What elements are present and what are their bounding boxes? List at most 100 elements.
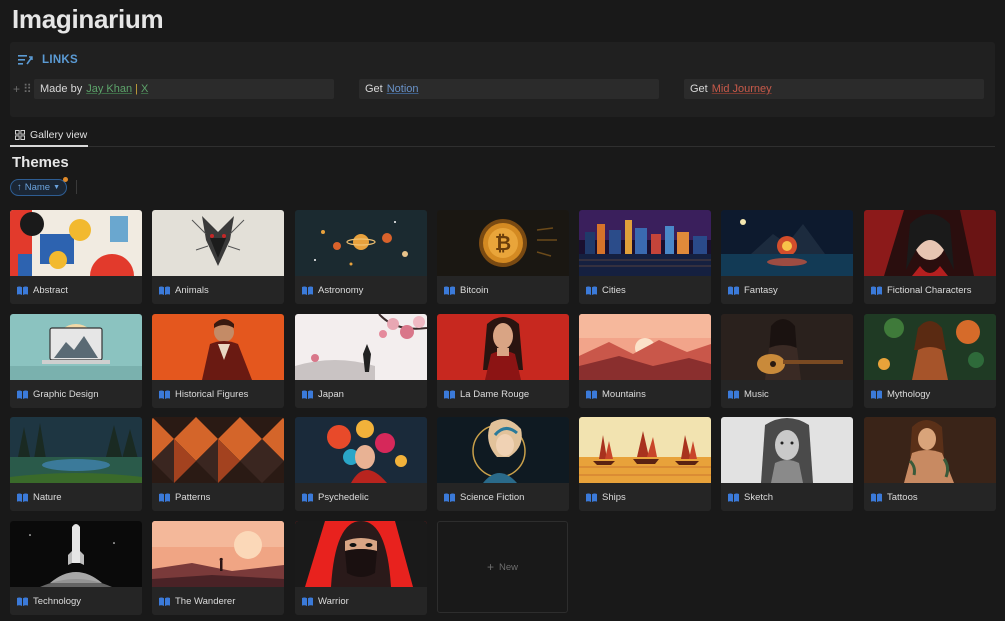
card-cover-image <box>152 314 284 380</box>
active-tab-indicator <box>10 145 88 147</box>
card-animals[interactable]: Animals <box>152 210 284 304</box>
card-music[interactable]: Music <box>721 314 853 408</box>
card-cover-image <box>864 210 996 276</box>
card-cover-image <box>864 314 996 380</box>
card-cover-image <box>721 417 853 483</box>
filter-divider <box>76 180 77 194</box>
book-icon <box>586 493 597 502</box>
tab-gallery-view[interactable]: Gallery view <box>10 124 92 146</box>
plus-icon: + <box>486 560 494 574</box>
card-patterns[interactable]: Patterns <box>152 417 284 511</box>
card-the-wanderer[interactable]: The Wanderer <box>152 521 284 615</box>
card-science-fiction[interactable]: Science Fiction <box>437 417 569 511</box>
made-by-cell: Made by Jay Khan | X <box>34 79 334 99</box>
midjourney-link[interactable]: Mid Journey <box>712 83 772 95</box>
book-icon <box>159 597 170 606</box>
book-icon <box>586 286 597 295</box>
book-icon <box>728 286 739 295</box>
link-list-icon <box>18 55 33 65</box>
gallery-grid-icon <box>15 130 25 140</box>
chevron-down-icon: ▼ <box>53 184 61 191</box>
card-cities[interactable]: Cities <box>579 210 711 304</box>
card-cover-image <box>579 417 711 483</box>
book-icon <box>728 390 739 399</box>
page-title: Imaginarium <box>12 4 164 34</box>
card-cover-image <box>10 417 142 483</box>
card-cover-image <box>10 210 142 276</box>
x-link[interactable]: X <box>141 83 148 95</box>
card-abstract[interactable]: Abstract <box>10 210 142 304</box>
svg-text:₿: ₿ <box>495 233 511 255</box>
book-icon <box>159 286 170 295</box>
book-icon <box>159 493 170 502</box>
card-cover-image <box>152 210 284 276</box>
card-warrior[interactable]: Warrior <box>295 521 427 615</box>
card-cover-image <box>295 210 427 276</box>
card-mythology[interactable]: Mythology <box>864 314 996 408</box>
card-cover-image <box>152 417 284 483</box>
book-icon <box>728 493 739 502</box>
card-historical-figures[interactable]: Historical Figures <box>152 314 284 408</box>
card-tattoos[interactable]: Tattoos <box>864 417 996 511</box>
card-cover-image <box>295 521 427 587</box>
book-icon <box>302 597 313 606</box>
card-fictional-characters[interactable]: Fictional Characters <box>864 210 996 304</box>
card-cover-image <box>864 417 996 483</box>
card-mountains[interactable]: Mountains <box>579 314 711 408</box>
new-card-button[interactable]: + New <box>437 521 568 613</box>
book-icon <box>871 493 882 502</box>
get-midjourney-cell: Get Mid Journey <box>684 79 984 99</box>
card-cover-image <box>721 314 853 380</box>
card-ships[interactable]: Ships <box>579 417 711 511</box>
book-icon <box>17 286 28 295</box>
book-icon <box>444 493 455 502</box>
sort-name-button[interactable]: ↑ Name ▼ <box>10 179 68 196</box>
book-icon <box>871 390 882 399</box>
links-callout: LINKS + ⠿ Made by Jay Khan | X Get Notio… <box>10 42 995 117</box>
book-icon <box>586 390 597 399</box>
card-technology[interactable]: Technology <box>10 521 142 615</box>
book-icon <box>302 390 313 399</box>
card-sketch[interactable]: Sketch <box>721 417 853 511</box>
links-heading: LINKS <box>18 54 78 66</box>
book-icon <box>871 286 882 295</box>
card-cover-image <box>721 210 853 276</box>
card-graphic-design[interactable]: Graphic Design <box>10 314 142 408</box>
card-la-dame-rouge[interactable]: La Dame Rouge <box>437 314 569 408</box>
card-cover-image <box>10 521 142 587</box>
card-cover-image <box>295 417 427 483</box>
card-japan[interactable]: Japan <box>295 314 427 408</box>
arrow-up-icon: ↑ <box>17 182 22 193</box>
add-icon[interactable]: + <box>13 82 20 96</box>
sort-active-dot <box>63 177 68 182</box>
card-cover-image <box>295 314 427 380</box>
view-divider <box>10 146 995 147</box>
book-icon <box>159 390 170 399</box>
notion-link[interactable]: Notion <box>387 83 419 95</box>
book-icon <box>302 286 313 295</box>
card-nature[interactable]: Nature <box>10 417 142 511</box>
card-cover-image <box>579 210 711 276</box>
card-psychedelic[interactable]: Psychedelic <box>295 417 427 511</box>
jay-khan-link[interactable]: Jay Khan <box>86 83 132 95</box>
row-handle[interactable]: + ⠿ <box>13 82 32 96</box>
card-cover-image <box>152 521 284 587</box>
card-cover-image <box>579 314 711 380</box>
section-title: Themes <box>12 154 69 171</box>
book-icon <box>444 286 455 295</box>
card-cover-image: ₿ <box>437 210 569 276</box>
book-icon <box>17 597 28 606</box>
book-icon <box>444 390 455 399</box>
card-bitcoin[interactable]: ₿ Bitcoin <box>437 210 569 304</box>
link-separator: | <box>135 83 138 95</box>
drag-handle-icon[interactable]: ⠿ <box>23 82 32 96</box>
book-icon <box>302 493 313 502</box>
card-astronomy[interactable]: Astronomy <box>295 210 427 304</box>
book-icon <box>17 493 28 502</box>
book-icon <box>17 390 28 399</box>
get-notion-cell: Get Notion <box>359 79 659 99</box>
card-fantasy[interactable]: Fantasy <box>721 210 853 304</box>
card-cover-image <box>437 417 569 483</box>
card-cover-image <box>437 314 569 380</box>
card-cover-image <box>10 314 142 380</box>
